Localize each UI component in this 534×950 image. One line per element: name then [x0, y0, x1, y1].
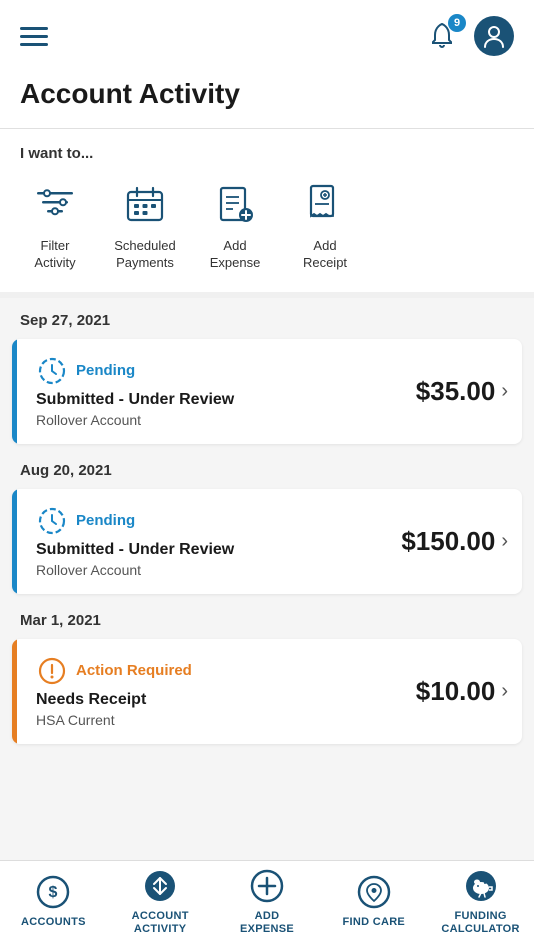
pending-icon-0 [36, 355, 68, 387]
card-bar-orange-2 [12, 639, 17, 744]
filter-icon [29, 178, 81, 230]
activity-card-1[interactable]: Pending Submitted - Under Review Rollove… [12, 489, 522, 594]
card-status-1: Pending [36, 505, 401, 537]
user-avatar[interactable] [474, 16, 514, 56]
date-header-mar1: Mar 1, 2021 [0, 598, 534, 639]
nav-add-expense[interactable]: ADDEXPENSE [227, 867, 307, 936]
card-bar-blue-1 [12, 489, 17, 594]
filter-activity-label: FilterActivity [34, 238, 75, 272]
date-header-aug20: Aug 20, 2021 [0, 448, 534, 489]
chevron-icon-0: › [501, 380, 508, 403]
card-bar-blue-0 [12, 339, 17, 444]
status-text-2: Action Required [76, 662, 192, 679]
scheduled-payments-label: ScheduledPayments [114, 238, 175, 272]
calendar-icon [119, 178, 171, 230]
card-amount-wrap-1: $150.00 › [401, 526, 508, 557]
nav-funding-calculator[interactable]: FUNDINGCALCULATOR [441, 867, 521, 936]
chevron-icon-1: › [501, 530, 508, 553]
add-receipt-icon [299, 178, 351, 230]
card-body-1: Pending Submitted - Under Review Rollove… [26, 505, 401, 578]
add-receipt-button[interactable]: AddReceipt [290, 178, 360, 272]
activity-card-0[interactable]: Pending Submitted - Under Review Rollove… [12, 339, 522, 444]
add-receipt-label: AddReceipt [303, 238, 347, 272]
card-amount-wrap-0: $35.00 › [416, 376, 508, 407]
activity-card-2[interactable]: Action Required Needs Receipt HSA Curren… [12, 639, 522, 744]
app-header: 9 [0, 0, 534, 68]
notification-badge: 9 [448, 14, 466, 32]
hamburger-menu[interactable] [20, 27, 48, 46]
status-text-1: Pending [76, 512, 135, 529]
card-body-2: Action Required Needs Receipt HSA Curren… [26, 655, 416, 728]
quick-actions: FilterActivity ScheduledPayments [20, 178, 514, 272]
nav-funding-calculator-label: FUNDINGCALCULATOR [441, 910, 519, 936]
action-icon-2 [36, 655, 68, 687]
card-title-1: Submitted - Under Review [36, 541, 401, 559]
location-icon [355, 873, 393, 911]
header-right: 9 [424, 16, 514, 56]
nav-accounts-label: ACCOUNTS [21, 916, 86, 929]
activity-list: Sep 27, 2021 Pending Submitted - Under R… [0, 298, 534, 848]
pending-icon-1 [36, 505, 68, 537]
card-subtitle-1: Rollover Account [36, 562, 401, 578]
nav-add-expense-label: ADDEXPENSE [240, 910, 294, 936]
plus-circle-icon [248, 867, 286, 905]
chevron-icon-2: › [501, 680, 508, 703]
notifications-button[interactable]: 9 [424, 18, 460, 54]
card-amount-wrap-2: $10.00 › [416, 676, 508, 707]
scheduled-payments-button[interactable]: ScheduledPayments [110, 178, 180, 272]
card-subtitle-2: HSA Current [36, 712, 416, 728]
nav-account-activity-label: ACCOUNTACTIVITY [132, 910, 189, 936]
nav-account-activity[interactable]: ACCOUNTACTIVITY [120, 867, 200, 936]
card-amount-2: $10.00 [416, 676, 496, 707]
page-title-section: Account Activity [0, 68, 534, 129]
nav-find-care[interactable]: FIND CARE [334, 873, 414, 929]
svg-text:$: $ [49, 884, 58, 901]
nav-find-care-label: FIND CARE [342, 916, 405, 929]
status-text-0: Pending [76, 362, 135, 379]
card-subtitle-0: Rollover Account [36, 412, 416, 428]
page-title: Account Activity [20, 78, 514, 110]
card-status-0: Pending [36, 355, 416, 387]
filter-activity-button[interactable]: FilterActivity [20, 178, 90, 272]
card-title-0: Submitted - Under Review [36, 391, 416, 409]
i-want-to-section: I want to... FilterActivity [0, 129, 534, 298]
card-body-0: Pending Submitted - Under Review Rollove… [26, 355, 416, 428]
add-expense-button[interactable]: AddExpense [200, 178, 270, 272]
card-title-2: Needs Receipt [36, 691, 416, 709]
piggy-icon [462, 867, 500, 905]
add-expense-label: AddExpense [210, 238, 261, 272]
date-header-sep27: Sep 27, 2021 [0, 298, 534, 339]
transfer-icon [141, 867, 179, 905]
card-amount-0: $35.00 [416, 376, 496, 407]
bottom-navigation: $ ACCOUNTS ACCOUNTACTIVITY ADDEXPENSE [0, 860, 534, 950]
card-status-2: Action Required [36, 655, 416, 687]
nav-accounts[interactable]: $ ACCOUNTS [13, 873, 93, 929]
card-amount-1: $150.00 [401, 526, 495, 557]
add-expense-icon [209, 178, 261, 230]
dollar-icon: $ [34, 873, 72, 911]
i-want-to-label: I want to... [20, 145, 514, 162]
